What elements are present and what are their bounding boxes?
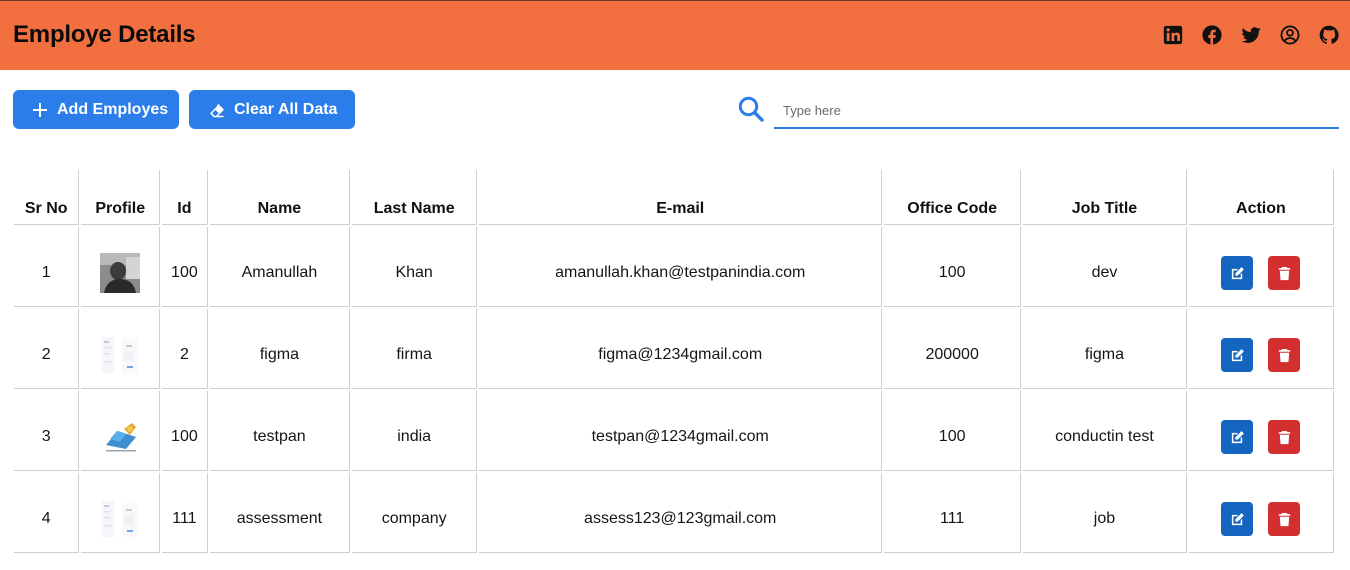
- delete-button[interactable]: [1268, 338, 1301, 372]
- add-employee-label: Add Employes: [57, 100, 169, 118]
- column-header-email: E-mail: [479, 170, 883, 225]
- email-cell: testpan@1234gmail.com: [479, 391, 883, 471]
- action-cell: [1188, 391, 1334, 471]
- job-title-cell: conductin test: [1023, 391, 1187, 471]
- last-name-cell: company: [352, 473, 478, 553]
- sr-no-cell: 2: [14, 309, 80, 389]
- employee-table: Sr No Profile Id Name Last Name E-mail O…: [12, 168, 1336, 555]
- action-cell: [1188, 227, 1334, 307]
- profile-cell: [81, 227, 161, 307]
- job-title-cell: dev: [1023, 227, 1187, 307]
- name-cell: figma: [209, 309, 351, 389]
- clear-all-data-label: Clear All Data: [234, 100, 338, 118]
- last-name-cell: india: [352, 391, 478, 471]
- id-cell: 2: [162, 309, 208, 389]
- table-row: 3 100 testpan india testpan@1234gmail.co…: [14, 391, 1334, 471]
- sr-no-cell: 4: [14, 473, 80, 553]
- edit-button[interactable]: [1221, 502, 1254, 536]
- column-header-id: Id: [162, 170, 208, 225]
- github-icon[interactable]: [1318, 24, 1340, 46]
- linkedin-icon[interactable]: [1162, 24, 1184, 46]
- email-cell: amanullah.khan@testpanindia.com: [479, 227, 883, 307]
- edit-icon: [1231, 266, 1244, 279]
- trash-icon: [1278, 348, 1291, 362]
- account-icon[interactable]: [1279, 24, 1301, 46]
- plus-icon: [32, 102, 48, 118]
- edit-button[interactable]: [1221, 420, 1254, 454]
- action-cell: [1188, 473, 1334, 553]
- edit-icon: [1231, 348, 1244, 361]
- social-links: [1162, 24, 1340, 46]
- edit-button[interactable]: [1221, 338, 1254, 372]
- table-header-row: Sr No Profile Id Name Last Name E-mail O…: [14, 170, 1334, 225]
- office-code-cell: 100: [884, 227, 1022, 307]
- sr-no-cell: 1: [14, 227, 80, 307]
- profile-logo: [100, 417, 141, 457]
- job-title-cell: job: [1023, 473, 1187, 553]
- trash-icon: [1278, 512, 1291, 526]
- column-header-action: Action: [1188, 170, 1334, 225]
- search-input[interactable]: [774, 93, 1339, 129]
- trash-icon: [1278, 430, 1291, 444]
- page-title: Employe Details: [13, 21, 196, 48]
- profile-thumbnail: [100, 335, 141, 375]
- column-header-last-name: Last Name: [352, 170, 478, 225]
- table-row: 2 2 figma firma figma@1234gmail.com 2000…: [14, 309, 1334, 389]
- table-row: 4 111 assessment company assess123@123gm…: [14, 473, 1334, 553]
- column-header-profile: Profile: [81, 170, 161, 225]
- column-header-job-title: Job Title: [1023, 170, 1187, 225]
- last-name-cell: firma: [352, 309, 478, 389]
- id-cell: 100: [162, 391, 208, 471]
- profile-photo: [100, 253, 141, 293]
- clear-all-data-button[interactable]: Clear All Data: [189, 90, 355, 129]
- name-cell: Amanullah: [209, 227, 351, 307]
- email-cell: figma@1234gmail.com: [479, 309, 883, 389]
- email-cell: assess123@123gmail.com: [479, 473, 883, 553]
- delete-button[interactable]: [1268, 502, 1301, 536]
- add-employee-button[interactable]: Add Employes: [13, 90, 179, 129]
- office-code-cell: 100: [884, 391, 1022, 471]
- column-header-office-code: Office Code: [884, 170, 1022, 225]
- id-cell: 111: [162, 473, 208, 553]
- trash-icon: [1278, 266, 1291, 280]
- column-header-name: Name: [209, 170, 351, 225]
- edit-icon: [1231, 512, 1244, 525]
- profile-cell: [81, 391, 161, 471]
- edit-icon: [1231, 430, 1244, 443]
- table-row: 1 100 Amanullah Khan amanullah.khan@test…: [14, 227, 1334, 307]
- office-code-cell: 111: [884, 473, 1022, 553]
- sr-no-cell: 3: [14, 391, 80, 471]
- profile-thumbnail: [100, 499, 141, 539]
- office-code-cell: 200000: [884, 309, 1022, 389]
- delete-button[interactable]: [1268, 420, 1301, 454]
- profile-cell: [81, 473, 161, 553]
- profile-cell: [81, 309, 161, 389]
- edit-button[interactable]: [1221, 256, 1254, 290]
- top-app-bar: Employe Details: [0, 0, 1350, 70]
- column-header-sr-no: Sr No: [14, 170, 80, 225]
- id-cell: 100: [162, 227, 208, 307]
- facebook-icon[interactable]: [1201, 24, 1223, 46]
- action-cell: [1188, 309, 1334, 389]
- last-name-cell: Khan: [352, 227, 478, 307]
- eraser-icon: [209, 102, 225, 118]
- delete-button[interactable]: [1268, 256, 1301, 290]
- name-cell: testpan: [209, 391, 351, 471]
- twitter-icon[interactable]: [1240, 24, 1262, 46]
- name-cell: assessment: [209, 473, 351, 553]
- search-icon[interactable]: [737, 95, 765, 123]
- job-title-cell: figma: [1023, 309, 1187, 389]
